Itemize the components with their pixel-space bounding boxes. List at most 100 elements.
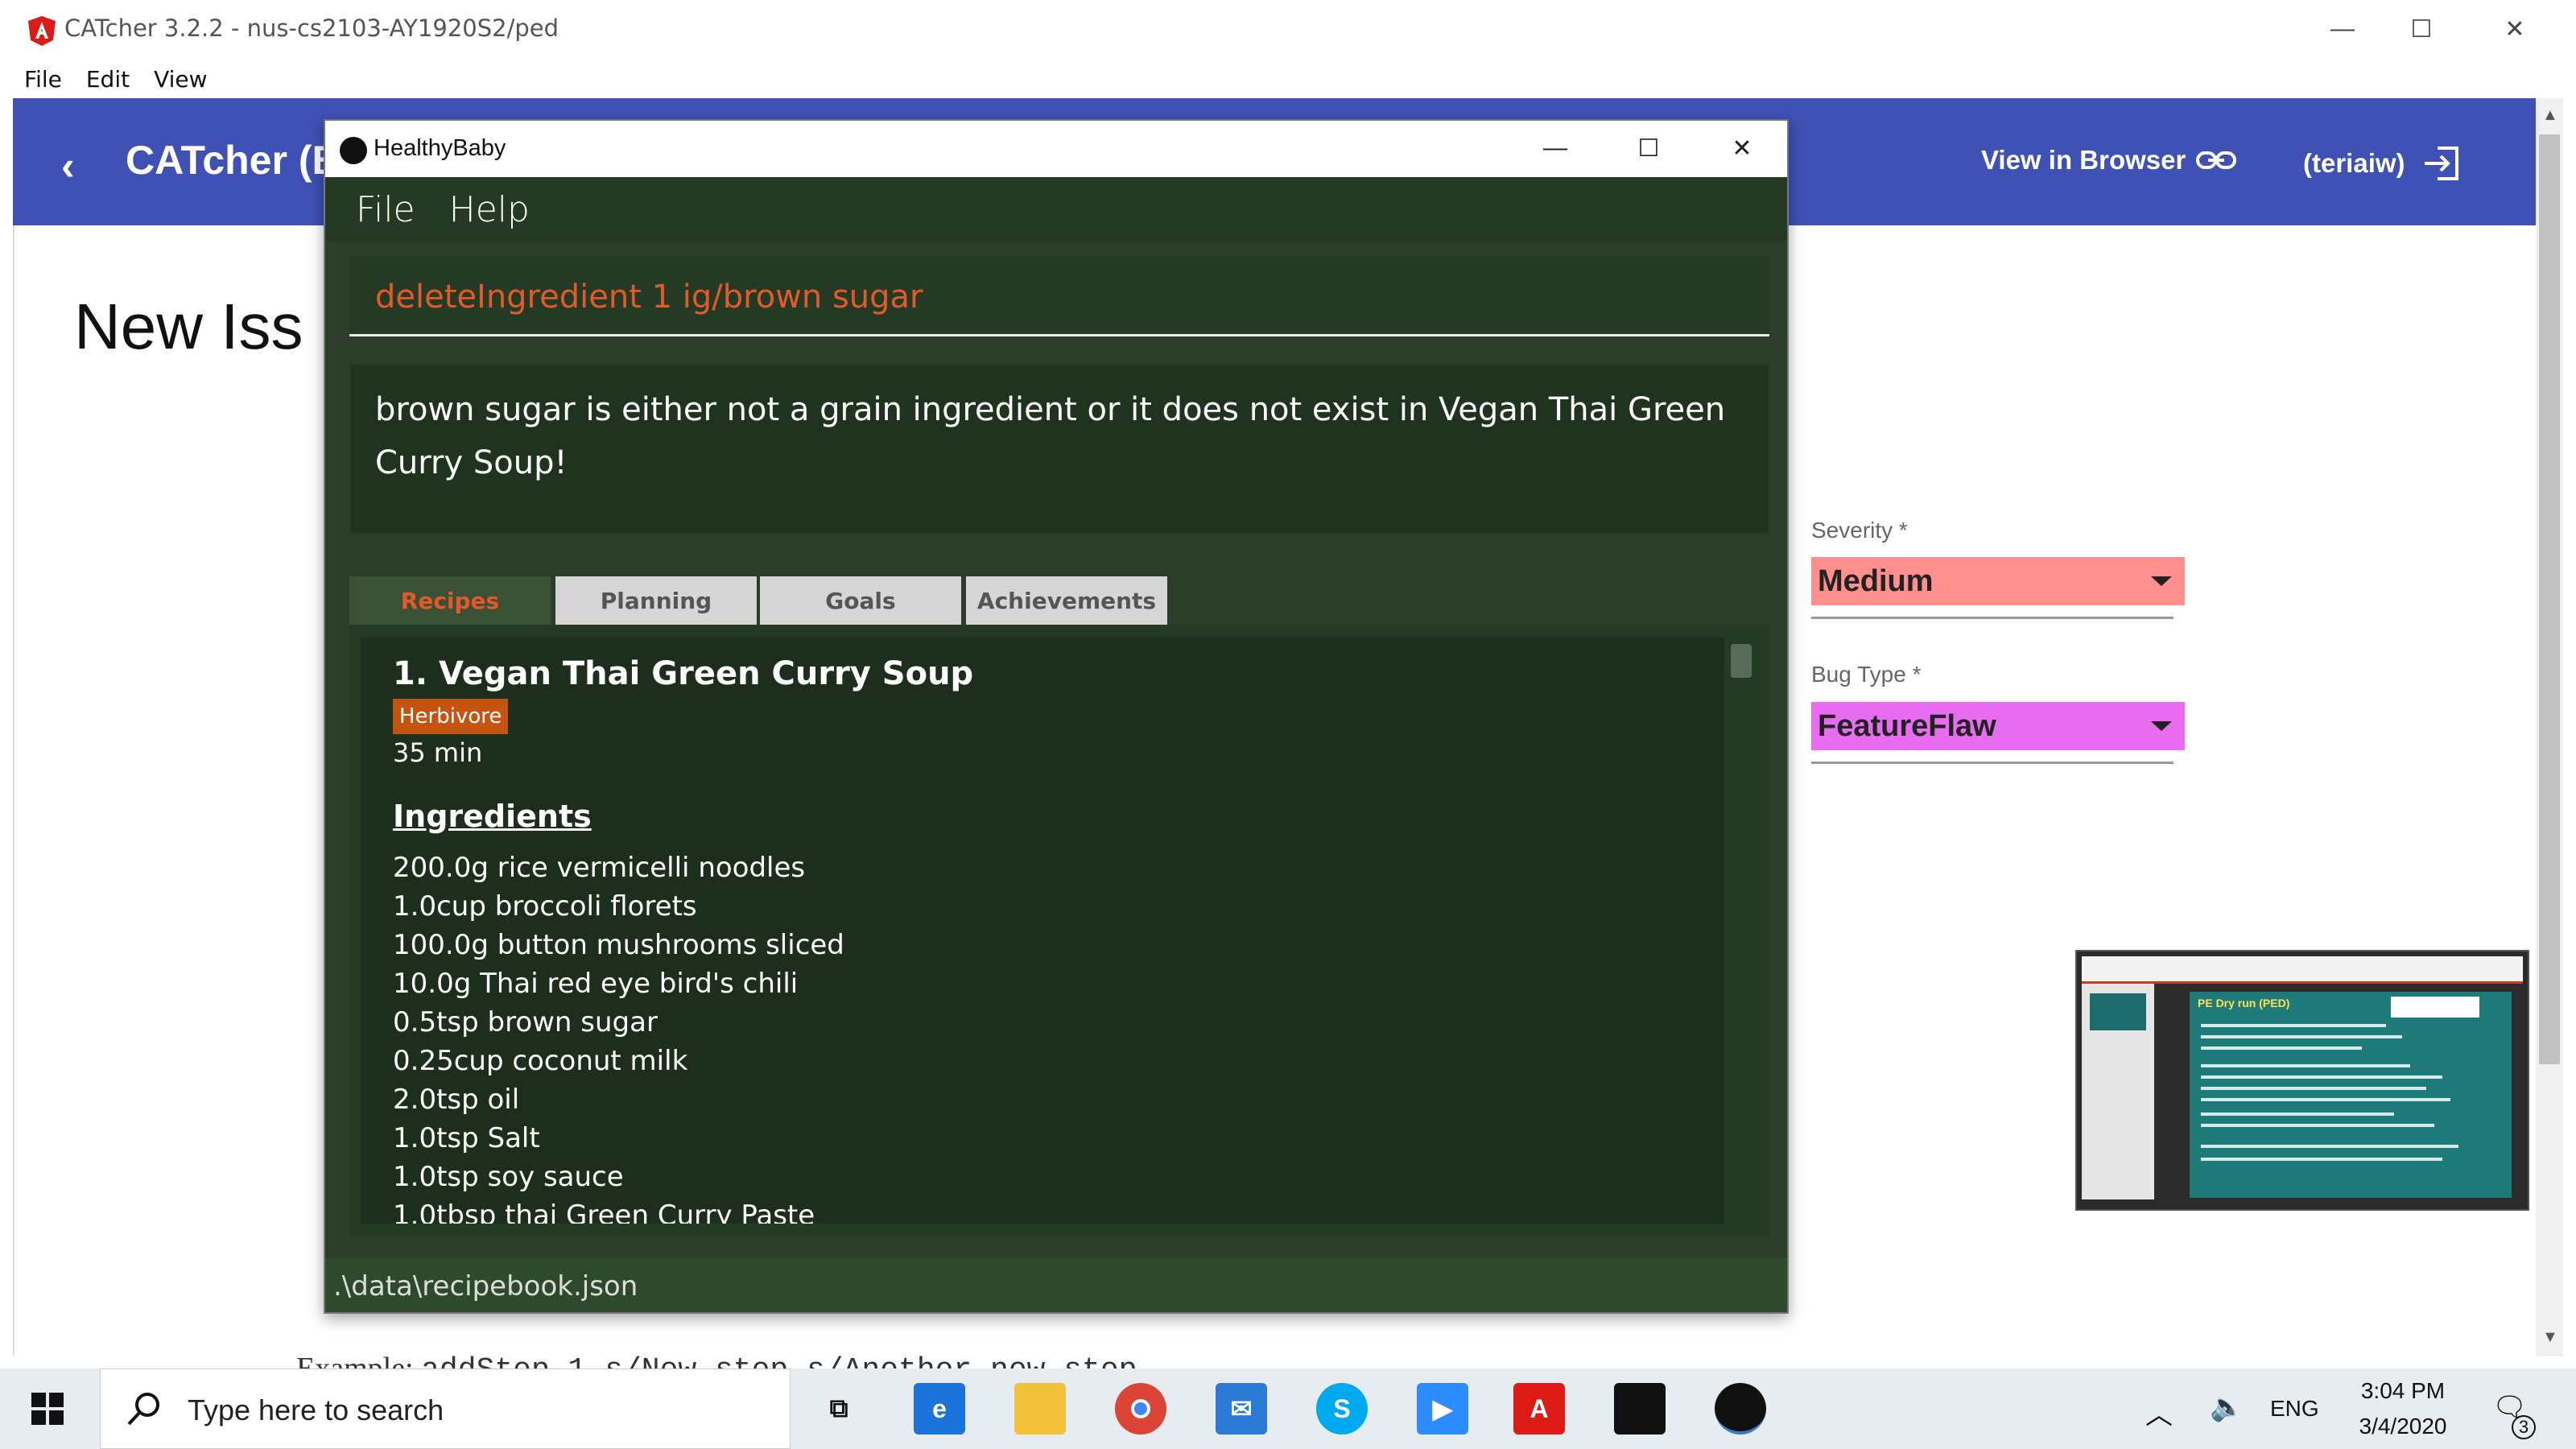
ingredient-item: 2.0tsp oil	[393, 1084, 520, 1116]
recipe-tag: Herbivore	[393, 699, 509, 734]
slide-mini	[2090, 993, 2146, 1030]
slide-preview: PE Dry run (PED)	[2190, 992, 2512, 1198]
skype-icon[interactable]: S	[1316, 1383, 1368, 1435]
page-title: New Iss	[74, 291, 303, 362]
slides-pane	[2082, 984, 2154, 1199]
menu-bar: File Edit View	[0, 60, 2576, 98]
windows-logo-icon	[31, 1393, 64, 1425]
view-in-browser-button[interactable]: View in Browser	[1981, 145, 2237, 175]
recipe-time: 35 min	[393, 737, 483, 768]
severity-label: Severity *	[1811, 518, 1908, 543]
menu-view[interactable]: View	[154, 66, 207, 93]
tab-recipes[interactable]: Recipes	[349, 576, 551, 625]
app-brand: CATcher (B	[126, 138, 341, 183]
severity-underline	[1811, 617, 2174, 619]
close-button[interactable]: ✕	[2483, 10, 2547, 48]
hb-close-button[interactable]: ✕	[1710, 130, 1774, 166]
slide-line	[2201, 1035, 2402, 1038]
window-title: CATcher 3.2.2 - nus-cs2103-AY1920S2/ped	[64, 14, 559, 42]
menu-file[interactable]: File	[24, 66, 62, 93]
slide-line	[2201, 1124, 2434, 1127]
slide-line	[2201, 1075, 2442, 1079]
username: (teriaiw)	[2303, 148, 2405, 178]
ingredient-item: 10.0g Thai red eye bird's chili	[393, 968, 799, 1000]
severity-value: Medium	[1818, 564, 1934, 598]
hb-minimize-button[interactable]: —	[1523, 130, 1587, 166]
clock-time[interactable]: 3:04 PM	[2351, 1378, 2455, 1404]
slide-line	[2201, 1098, 2450, 1101]
volume-icon[interactable]: 🔈	[2210, 1391, 2244, 1423]
dropdown-arrow-icon	[2151, 721, 2172, 731]
taskbar-search[interactable]: Type here to search	[100, 1368, 791, 1449]
dropdown-arrow-icon	[2151, 576, 2172, 586]
start-button[interactable]	[0, 1368, 95, 1449]
ingredient-item: 1.0cup broccoli florets	[393, 890, 697, 923]
tab-planning[interactable]: Planning	[555, 576, 757, 625]
zoom-icon[interactable]: ▶	[1417, 1383, 1468, 1435]
logout-icon	[2424, 147, 2458, 180]
presentation-ribbon	[2082, 956, 2523, 984]
notification-count: 3	[2512, 1415, 2536, 1439]
ingredient-item: 200.0g rice vermicelli noodles	[393, 852, 806, 884]
taskbar: Type here to search ⧉ e ✉ S ▶ A ︿ 🔈 ENG …	[0, 1368, 2576, 1449]
severity-select[interactable]: Medium	[1811, 557, 2185, 605]
mail-icon[interactable]: ✉	[1216, 1383, 1267, 1435]
ingredient-item: 1.0tsp Salt	[393, 1122, 540, 1154]
scrollbar-thumb[interactable]	[2539, 134, 2560, 1064]
catcher-taskbar-icon[interactable]: A	[1513, 1383, 1565, 1435]
slide-line	[2201, 1024, 2386, 1027]
recipe-scrollbar[interactable]	[1731, 644, 1752, 678]
app-titlebar: CATcher 3.2.2 - nus-cs2103-AY1920S2/ped …	[0, 0, 2576, 60]
chrome-icon[interactable]	[1115, 1383, 1166, 1435]
ingredient-item: 1.0tbsp thai Green Curry Paste	[393, 1199, 815, 1224]
hb-maximize-button[interactable]: ☐	[1616, 130, 1681, 166]
status-bar: .\data\recipebook.json	[325, 1257, 1787, 1312]
view-in-browser-label: View in Browser	[1981, 145, 2186, 175]
hb-menu-help[interactable]: Help	[449, 189, 530, 230]
language-indicator[interactable]: ENG	[2270, 1396, 2319, 1422]
healthybaby-title: HealthyBaby	[374, 135, 506, 161]
result-text: brown sugar is either not a grain ingred…	[375, 391, 1726, 481]
edge-browser-icon[interactable]: e	[914, 1383, 965, 1435]
slide-line	[2201, 1113, 2394, 1116]
tray-chevron-icon[interactable]: ︿	[2145, 1393, 2173, 1432]
minimize-button[interactable]: —	[2310, 10, 2375, 48]
search-placeholder: Type here to search	[188, 1393, 444, 1426]
clock-date[interactable]: 3/4/2020	[2351, 1414, 2455, 1439]
search-icon	[127, 1393, 159, 1426]
logout-button[interactable]: (teriaiw)	[2303, 145, 2460, 182]
slide-line	[2201, 1046, 2362, 1050]
ingredient-item: 0.25cup coconut milk	[393, 1045, 688, 1077]
recipe-card[interactable]: 1. Vegan Thai Green Curry Soup Herbivore…	[361, 638, 1724, 1224]
command-input[interactable]: deleteIngredient 1 ig/brown sugar	[349, 256, 1769, 336]
healthybaby-titlebar: HealthyBaby — ☐ ✕	[325, 121, 1787, 177]
scroll-up-icon[interactable]: ▲	[2542, 106, 2558, 125]
back-icon[interactable]: ‹	[61, 142, 75, 189]
ingredients-list: 200.0g rice vermicelli noodles 1.0cup br…	[393, 848, 844, 1224]
healthybaby-window: HealthyBaby — ☐ ✕ File Help deleteIngred…	[324, 119, 1789, 1314]
scroll-down-icon[interactable]: ▼	[2542, 1328, 2558, 1347]
bug-type-value: FeatureFlaw	[1818, 708, 1996, 743]
terminal-icon[interactable]	[1614, 1383, 1666, 1435]
tab-achievements[interactable]: Achievements	[966, 576, 1167, 625]
bug-type-label: Bug Type *	[1811, 662, 1922, 687]
status-path: .\data\recipebook.json	[333, 1270, 638, 1302]
task-view-icon[interactable]: ⧉	[813, 1383, 865, 1435]
ingredient-item: 100.0g button mushrooms sliced	[393, 929, 844, 961]
slide-note	[2391, 997, 2479, 1018]
page-scrollbar[interactable]: ▲ ▼	[2536, 98, 2563, 1356]
bug-type-select[interactable]: FeatureFlaw	[1811, 702, 2185, 750]
leaf-logo-icon	[340, 137, 367, 164]
ingredient-item: 0.5tsp brown sugar	[393, 1006, 658, 1038]
tab-goals[interactable]: Goals	[760, 576, 961, 625]
hb-menu-file[interactable]: File	[356, 189, 415, 230]
link-icon	[2196, 151, 2237, 169]
healthybaby-taskbar-icon[interactable]	[1715, 1383, 1766, 1435]
slide-line	[2201, 1064, 2410, 1067]
menu-edit[interactable]: Edit	[86, 66, 130, 93]
slide-line	[2201, 1158, 2442, 1161]
maximize-button[interactable]: ☐	[2389, 10, 2454, 48]
presentation-thumbnail[interactable]: PE Dry run (PED)	[2075, 950, 2529, 1211]
command-text: deleteIngredient 1 ig/brown sugar	[375, 279, 923, 316]
file-explorer-icon[interactable]	[1014, 1383, 1066, 1435]
